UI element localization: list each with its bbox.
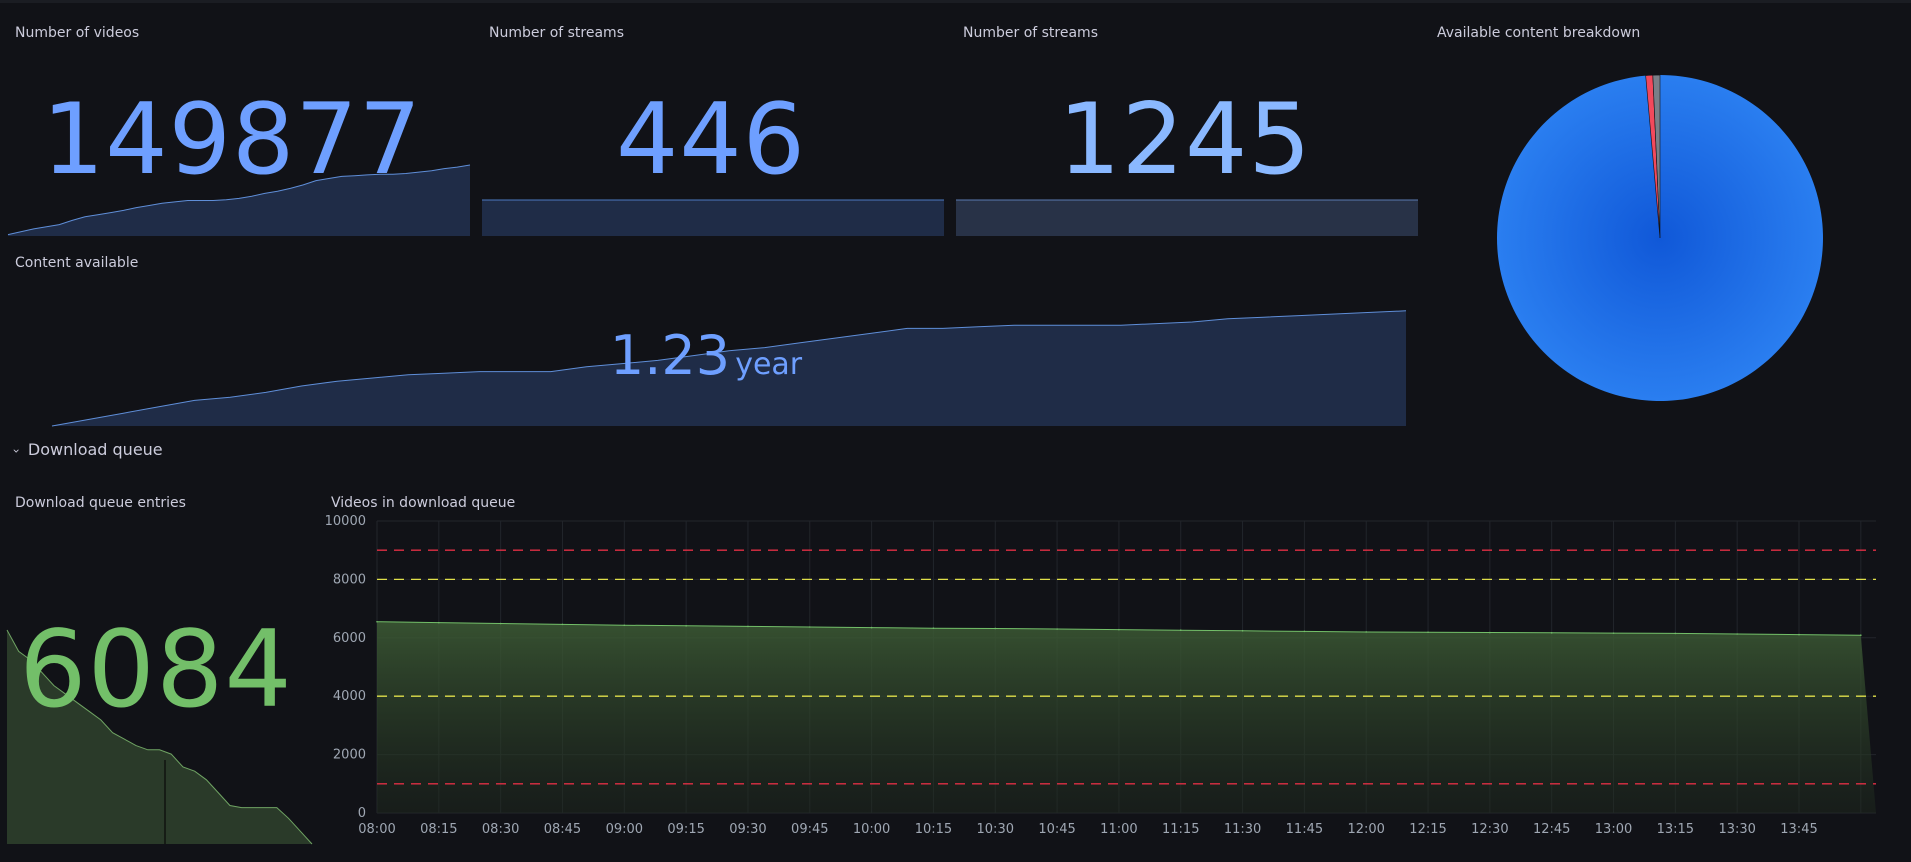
y-tick-label: 10000	[325, 514, 366, 529]
x-tick-label: 13:15	[1657, 822, 1694, 837]
x-tick-label: 12:00	[1347, 822, 1384, 837]
row-download-queue[interactable]: › Download queue	[9, 440, 163, 459]
x-tick-label: 08:30	[482, 822, 519, 837]
sparkline-area	[956, 200, 1418, 236]
download-queue-timeseries: 0 2000 4000 6000 8000 10000 08:00 08:15 08:30 08:…	[325, 514, 1876, 837]
series-point	[870, 626, 873, 629]
x-tick-label: 11:45	[1286, 822, 1323, 837]
y-tick-label: 8000	[333, 572, 366, 587]
y-tick-label: 6000	[333, 631, 366, 646]
series-point	[438, 621, 440, 624]
series-point	[685, 625, 687, 627]
x-tick-label: 10:15	[915, 822, 952, 837]
series-point	[1118, 628, 1120, 631]
row-title: Download queue	[27, 440, 163, 459]
panel-content-breakdown[interactable]: Available content breakdown	[1422, 0, 1911, 432]
series-point	[1241, 629, 1244, 632]
x-tick-label: 12:15	[1409, 822, 1446, 837]
series-point	[1612, 632, 1615, 634]
chevron-down-icon[interactable]: ›	[9, 449, 23, 454]
stat-value-group: 1.23 year	[0, 324, 1422, 387]
y-tick-label: 4000	[333, 689, 366, 704]
series-point	[499, 622, 502, 625]
x-tick-label: 11:15	[1162, 822, 1199, 837]
stat-value: 446	[615, 83, 807, 197]
series-point	[1798, 633, 1800, 636]
series-point	[1303, 630, 1306, 633]
x-tick-label: 13:30	[1718, 822, 1755, 837]
stat-unit: year	[735, 347, 803, 382]
series-point	[1365, 631, 1368, 633]
x-tick-label: 10:00	[853, 822, 890, 837]
series-point	[1179, 629, 1182, 632]
series-point	[376, 620, 378, 623]
x-tick-label: 09:15	[667, 822, 704, 837]
x-tick-label: 13:00	[1595, 822, 1632, 837]
panel-videos-in-download-queue[interactable]: Videos in download queue 0 2000 4000 6000 80…	[316, 470, 1911, 862]
x-tick-label: 08:45	[544, 822, 581, 837]
series-point	[623, 624, 626, 627]
series-point	[1056, 628, 1058, 630]
series-point	[1674, 632, 1677, 635]
series-point	[1489, 631, 1491, 634]
breakdown-pie-chart	[1496, 74, 1823, 401]
series-point	[1550, 632, 1553, 634]
series-point	[808, 626, 811, 628]
series-point	[932, 627, 935, 629]
panel-content-available[interactable]: Content available 1.23 year	[0, 242, 1422, 432]
x-tick-label: 10:45	[1038, 822, 1075, 837]
series-point	[747, 625, 749, 628]
x-tick-label: 09:00	[606, 822, 643, 837]
series-point	[994, 627, 997, 630]
y-tick-label: 0	[358, 806, 366, 821]
panel-download-queue-entries[interactable]: Download queue entries 6084	[0, 470, 316, 862]
stat-value: 1245	[1058, 83, 1312, 197]
series-point	[1427, 631, 1429, 634]
x-tick-label: 10:30	[977, 822, 1014, 837]
panel-number-of-streams[interactable]: Number of streams 446	[474, 0, 948, 242]
stat-value: 149877	[41, 83, 423, 197]
panel-number-of-videos[interactable]: Number of videos 149877	[0, 0, 474, 242]
x-tick-label: 11:30	[1224, 822, 1261, 837]
x-tick-label: 08:15	[420, 822, 457, 837]
series-point	[1736, 633, 1738, 635]
x-tick-label: 12:45	[1533, 822, 1570, 837]
x-tick-label: 11:00	[1100, 822, 1137, 837]
x-tick-label: 12:30	[1471, 822, 1508, 837]
series-point	[561, 623, 564, 626]
x-tick-label: 08:00	[358, 822, 395, 837]
stat-value: 1.23	[609, 324, 731, 387]
x-tick-label: 09:45	[791, 822, 828, 837]
stat-value: 6084	[19, 608, 293, 731]
panel-number-of-streams-2[interactable]: Number of streams 1245	[948, 0, 1422, 242]
sparkline-area	[482, 200, 944, 236]
x-tick-label: 13:45	[1780, 822, 1817, 837]
x-tick-label: 09:30	[729, 822, 766, 837]
series-point	[1860, 634, 1862, 636]
y-tick-label: 2000	[333, 748, 366, 763]
